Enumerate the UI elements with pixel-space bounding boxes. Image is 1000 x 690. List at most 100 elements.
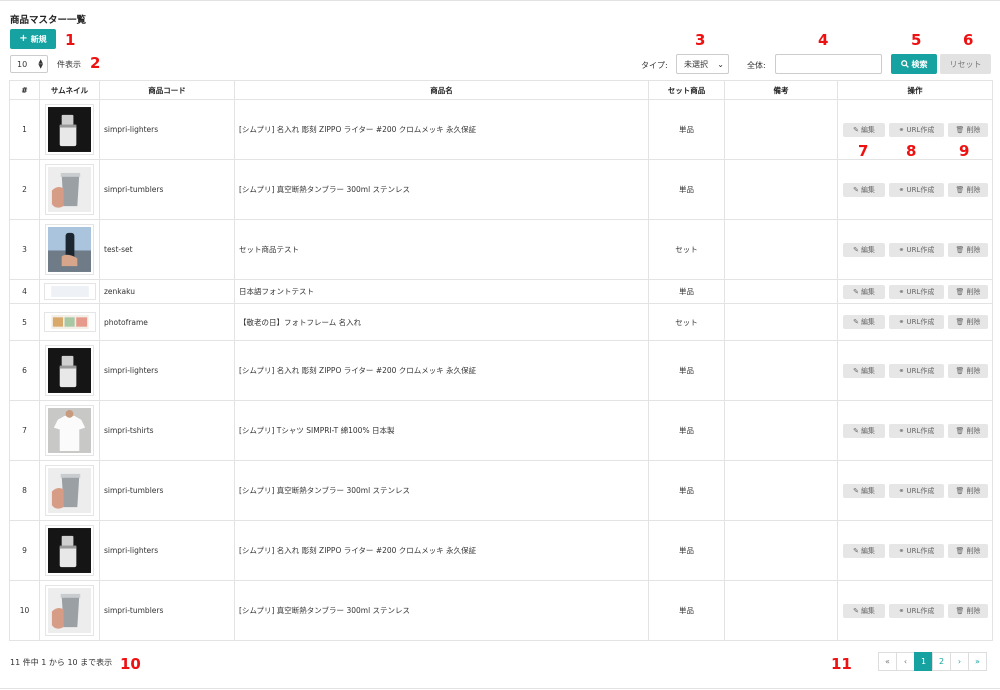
edit-button[interactable]: ✎ 編集 [843, 122, 885, 137]
thumbnail-cell [39, 279, 100, 304]
edit-label: 編集 [860, 426, 875, 435]
create-url-button[interactable]: ⚭ URL作成 [889, 603, 944, 618]
note [724, 340, 838, 401]
set-type: セット [648, 219, 725, 280]
create-url-button[interactable]: ⚭ URL作成 [889, 182, 944, 197]
page-2-button[interactable]: 2 [932, 652, 951, 671]
actions-cell: ✎ 編集 ⚭ URL作成 🗑︎ 削除 [837, 520, 993, 581]
type-filter-select[interactable]: 未選択 ⌄ [676, 54, 729, 74]
url-label: URL作成 [906, 185, 935, 194]
edit-label: 編集 [860, 245, 875, 254]
header-num[interactable]: # [9, 80, 40, 100]
delete-button[interactable]: 🗑︎ 削除 [948, 543, 988, 558]
set-type: 単品 [648, 460, 725, 521]
delete-label: 削除 [966, 366, 981, 375]
product-thumbnail [45, 405, 94, 456]
delete-button[interactable]: 🗑︎ 削除 [948, 182, 988, 197]
create-url-button[interactable]: ⚭ URL作成 [889, 315, 944, 329]
first-page-button[interactable]: « [878, 652, 897, 671]
thumbnail-cell [39, 400, 100, 461]
header-product-name[interactable]: 商品名 [234, 80, 649, 100]
delete-button[interactable]: 🗑︎ 削除 [948, 122, 988, 137]
edit-button[interactable]: ✎ 編集 [843, 423, 885, 438]
product-thumbnail [45, 224, 94, 275]
prev-page-button[interactable]: ‹ [896, 652, 915, 671]
header-actions: 操作 [837, 80, 993, 100]
thumbnail-cell [39, 99, 100, 160]
delete-button[interactable]: 🗑︎ 削除 [948, 603, 988, 618]
create-url-button[interactable]: ⚭ URL作成 [889, 543, 944, 558]
product-name: 日本語フォントテスト [234, 279, 649, 304]
edit-icon: ✎ [853, 546, 859, 555]
delete-button[interactable]: 🗑︎ 削除 [948, 423, 988, 438]
link-icon: ⚭ [898, 606, 905, 615]
actions-cell: ✎ 編集 ⚭ URL作成 🗑︎ 削除 [837, 303, 993, 341]
annotation-4: 4 [818, 31, 829, 49]
delete-label: 削除 [966, 318, 981, 326]
delete-button[interactable]: 🗑︎ 削除 [948, 242, 988, 257]
edit-button[interactable]: ✎ 編集 [843, 284, 885, 299]
note [724, 520, 838, 581]
edit-icon: ✎ [853, 606, 859, 615]
new-button[interactable]: + 新規 [10, 29, 56, 49]
edit-icon: ✎ [853, 245, 859, 254]
new-button-label: 新規 [30, 34, 47, 44]
set-type: セット [648, 303, 725, 341]
delete-button[interactable]: 🗑︎ 削除 [948, 315, 988, 329]
product-table: # サムネイル 商品コード 商品名 セット商品 備考 操作 1 simpri-li… [9, 80, 993, 641]
row-number: 10 [9, 580, 40, 641]
per-page-select[interactable]: 10 ▲ ▼ [10, 55, 48, 73]
delete-label: 削除 [966, 185, 981, 194]
next-page-button[interactable]: › [950, 652, 969, 671]
row-number: 1 [9, 99, 40, 160]
create-url-button[interactable]: ⚭ URL作成 [889, 242, 944, 257]
row-number: 2 [9, 159, 40, 220]
table-row: 5 photoframe 【敬老の日】フォトフレーム 名入れ セット ✎ 編集 ⚭ URL作成… [9, 303, 993, 341]
search-button[interactable]: 検索 [891, 54, 937, 74]
edit-label: 編集 [860, 546, 875, 555]
annotation-6: 6 [963, 31, 974, 49]
delete-button[interactable]: 🗑︎ 削除 [948, 284, 988, 299]
create-url-button[interactable]: ⚭ URL作成 [889, 483, 944, 498]
edit-button[interactable]: ✎ 編集 [843, 603, 885, 618]
delete-label: 削除 [966, 125, 981, 134]
delete-button[interactable]: 🗑︎ 削除 [948, 363, 988, 378]
link-icon: ⚭ [898, 366, 905, 375]
edit-button[interactable]: ✎ 編集 [843, 242, 885, 257]
annotation-10: 10 [120, 655, 141, 673]
pagination: « ‹ 1 2 › » [878, 652, 987, 671]
url-label: URL作成 [906, 287, 935, 296]
edit-button[interactable]: ✎ 編集 [843, 543, 885, 558]
page-1-button[interactable]: 1 [914, 652, 933, 671]
product-code: simpri-tumblers [99, 159, 235, 220]
edit-icon: ✎ [853, 426, 859, 435]
edit-icon: ✎ [853, 486, 859, 495]
header-set-product[interactable]: セット商品 [648, 80, 725, 100]
edit-button[interactable]: ✎ 編集 [843, 363, 885, 378]
edit-button[interactable]: ✎ 編集 [843, 483, 885, 498]
delete-label: 削除 [966, 287, 981, 296]
product-name: [シムプリ] Tシャツ SIMPRI-T 綿100% 日本製 [234, 400, 649, 461]
reset-button[interactable]: リセット [940, 54, 991, 74]
header-note[interactable]: 備考 [724, 80, 838, 100]
edit-button[interactable]: ✎ 編集 [843, 315, 885, 329]
create-url-button[interactable]: ⚭ URL作成 [889, 423, 944, 438]
search-input[interactable] [775, 54, 882, 74]
header-thumbnail[interactable]: サムネイル [39, 80, 100, 100]
delete-button[interactable]: 🗑︎ 削除 [948, 483, 988, 498]
header-product-code[interactable]: 商品コード [99, 80, 235, 100]
note [724, 460, 838, 521]
chevron-down-icon: ⌄ [717, 59, 724, 69]
create-url-button[interactable]: ⚭ URL作成 [889, 122, 944, 137]
url-label: URL作成 [906, 366, 935, 375]
annotation-5: 5 [911, 31, 922, 49]
create-url-button[interactable]: ⚭ URL作成 [889, 284, 944, 299]
table-row: 4 zenkaku 日本語フォントテスト 単品 ✎ 編集 ⚭ URL作成 🗑︎ 削除 [9, 279, 993, 304]
set-type: 単品 [648, 580, 725, 641]
edit-label: 編集 [860, 366, 875, 375]
last-page-button[interactable]: » [968, 652, 987, 671]
delete-label: 削除 [966, 546, 981, 555]
url-label: URL作成 [906, 125, 935, 134]
edit-button[interactable]: ✎ 編集 [843, 182, 885, 197]
create-url-button[interactable]: ⚭ URL作成 [889, 363, 944, 378]
